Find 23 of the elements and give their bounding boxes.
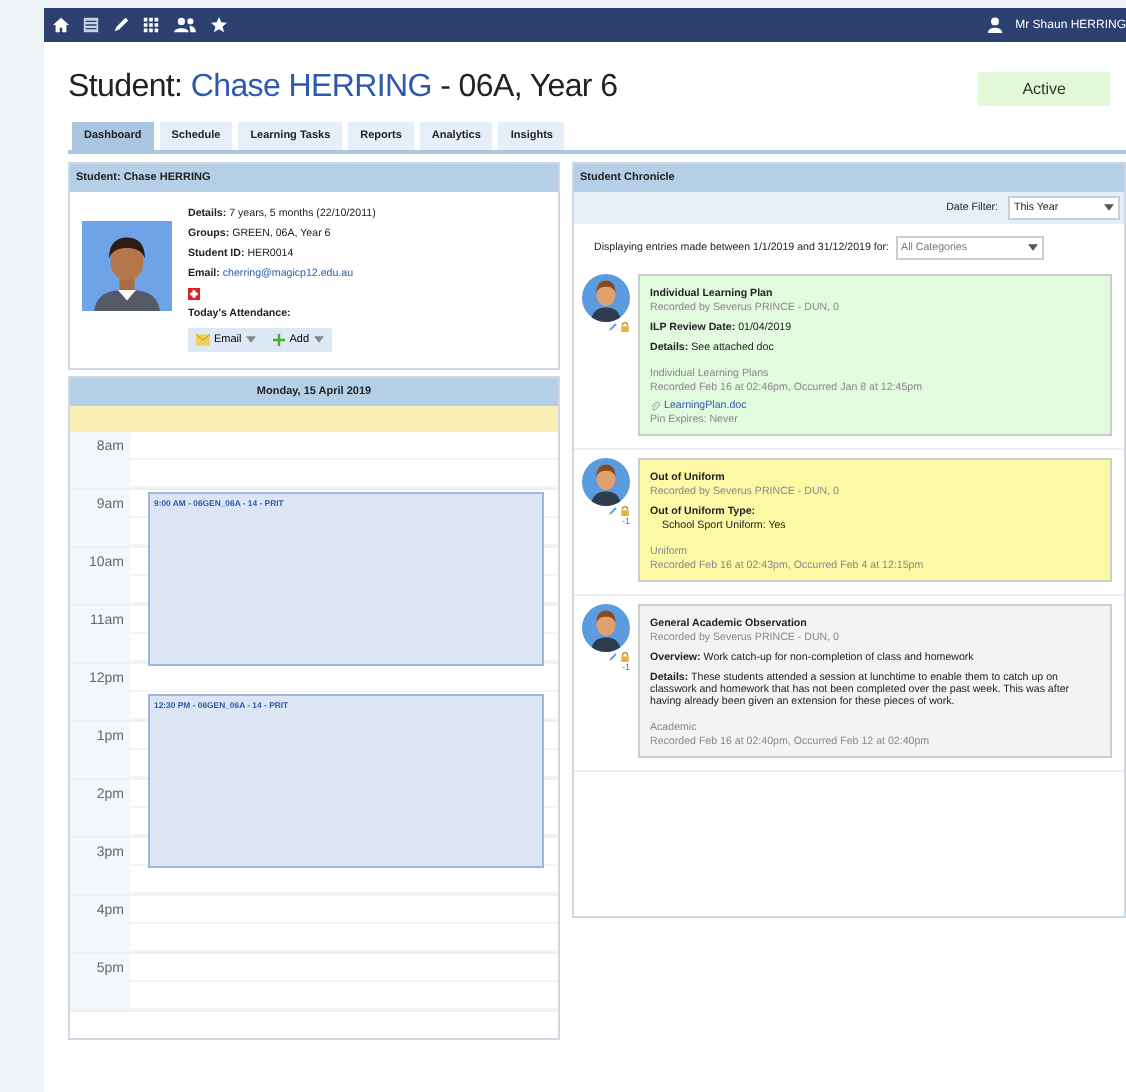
avatar-drawing [582,274,630,322]
grid-icon[interactable] [142,16,160,34]
envelope-icon [196,334,210,346]
people-icon[interactable] [172,16,198,34]
status-badge: Active [978,71,1110,105]
student-title: Student: Chase HERRING - 06A, Year 6 [68,70,620,106]
avatar-drawing [582,458,630,506]
caret-icon [1027,244,1038,252]
lock-icon[interactable] [620,506,630,516]
medical-cross-icon [188,288,200,300]
caret-icon [245,336,256,344]
pencil-icon[interactable] [112,16,130,34]
home-icon[interactable] [52,16,70,34]
caret-icon [313,336,324,344]
user-icon [985,16,1004,34]
list-icon[interactable] [82,16,100,34]
caret-icon [1104,204,1114,212]
star-icon[interactable] [210,16,228,34]
plus-icon [271,334,286,346]
avatar-drawing [582,604,630,652]
lock-icon[interactable] [620,322,630,332]
lock-icon[interactable] [620,652,630,662]
paperclip-icon [650,401,660,411]
